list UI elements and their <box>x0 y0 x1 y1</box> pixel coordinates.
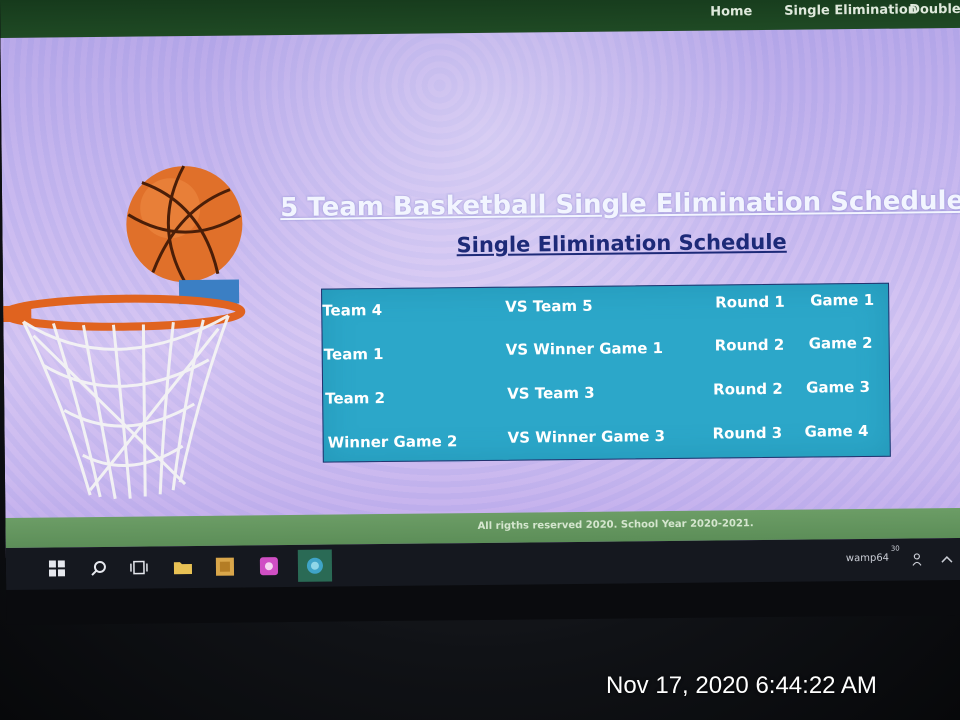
team-cell: Team 2 <box>325 388 386 408</box>
tray-superscript: 30 <box>890 544 900 553</box>
file-explorer-icon[interactable] <box>172 556 194 578</box>
tray-wamp-label[interactable]: wamp64 <box>846 553 889 564</box>
table-row: Team 1 VS Winner Game 1 Round 2 Game 2 <box>323 328 889 364</box>
opponent-cell: VS Winner Game 3 <box>507 427 666 447</box>
game-cell: Game 1 <box>810 290 875 310</box>
team-cell: Team 4 <box>322 301 383 320</box>
browser-screen: Home Single Elimination Double El <box>0 0 960 600</box>
game-cell: Game 3 <box>806 377 871 397</box>
table-row: Winner Game 2 VS Winner Game 3 Round 3 G… <box>323 416 889 452</box>
task-view-icon[interactable] <box>128 556 150 578</box>
nav-double-elimination-link[interactable]: Double El <box>909 2 960 18</box>
game-cell: Game 2 <box>808 333 873 353</box>
windows-start-icon[interactable] <box>46 557 68 579</box>
people-icon[interactable] <box>908 548 930 570</box>
monitor: Home Single Elimination Double El <box>0 0 960 625</box>
footer-copyright: All rigths reserved 2020. School Year 20… <box>477 518 754 533</box>
opponent-cell: VS Winner Game 1 <box>505 339 664 359</box>
basketball-hoop-image <box>1 165 246 500</box>
page-content: 5 Team Basketball Single Elimination Sch… <box>0 27 960 558</box>
photo-background: Home Single Elimination Double El <box>0 0 960 720</box>
page-title: 5 Team Basketball Single Elimination Sch… <box>280 185 960 224</box>
app-icon-purple[interactable] <box>258 555 280 577</box>
opponent-cell: VS Team 3 <box>507 383 595 403</box>
schedule-table: Team 4 VS Team 5 Round 1 Game 1 Team 1 V… <box>321 282 891 463</box>
round-cell: Round 2 <box>713 379 783 399</box>
round-cell: Round 2 <box>714 335 785 355</box>
opponent-cell: VS Team 5 <box>505 296 593 316</box>
nav-single-elimination-link[interactable]: Single Elimination <box>784 2 917 18</box>
app-icon[interactable] <box>214 556 236 578</box>
table-row: Team 2 VS Team 3 Round 2 Game 3 <box>323 372 889 408</box>
page-subtitle: Single Elimination Schedule <box>456 229 787 258</box>
round-cell: Round 3 <box>712 423 783 443</box>
table-row: Team 4 VS Team 5 Round 1 Game 1 <box>322 284 888 320</box>
browser-icon[interactable] <box>297 549 333 582</box>
team-cell: Winner Game 2 <box>327 432 458 452</box>
photo-timestamp: Nov 17, 2020 6:44:22 AM <box>606 672 877 699</box>
team-cell: Team 1 <box>323 345 384 364</box>
round-cell: Round 1 <box>715 292 785 312</box>
game-cell: Game 4 <box>804 421 869 441</box>
search-icon[interactable] <box>88 557 110 579</box>
windows-taskbar: wamp64 30 <box>5 537 960 590</box>
nav-home-link[interactable]: Home <box>710 4 752 19</box>
chevron-up-icon[interactable] <box>936 548 958 570</box>
